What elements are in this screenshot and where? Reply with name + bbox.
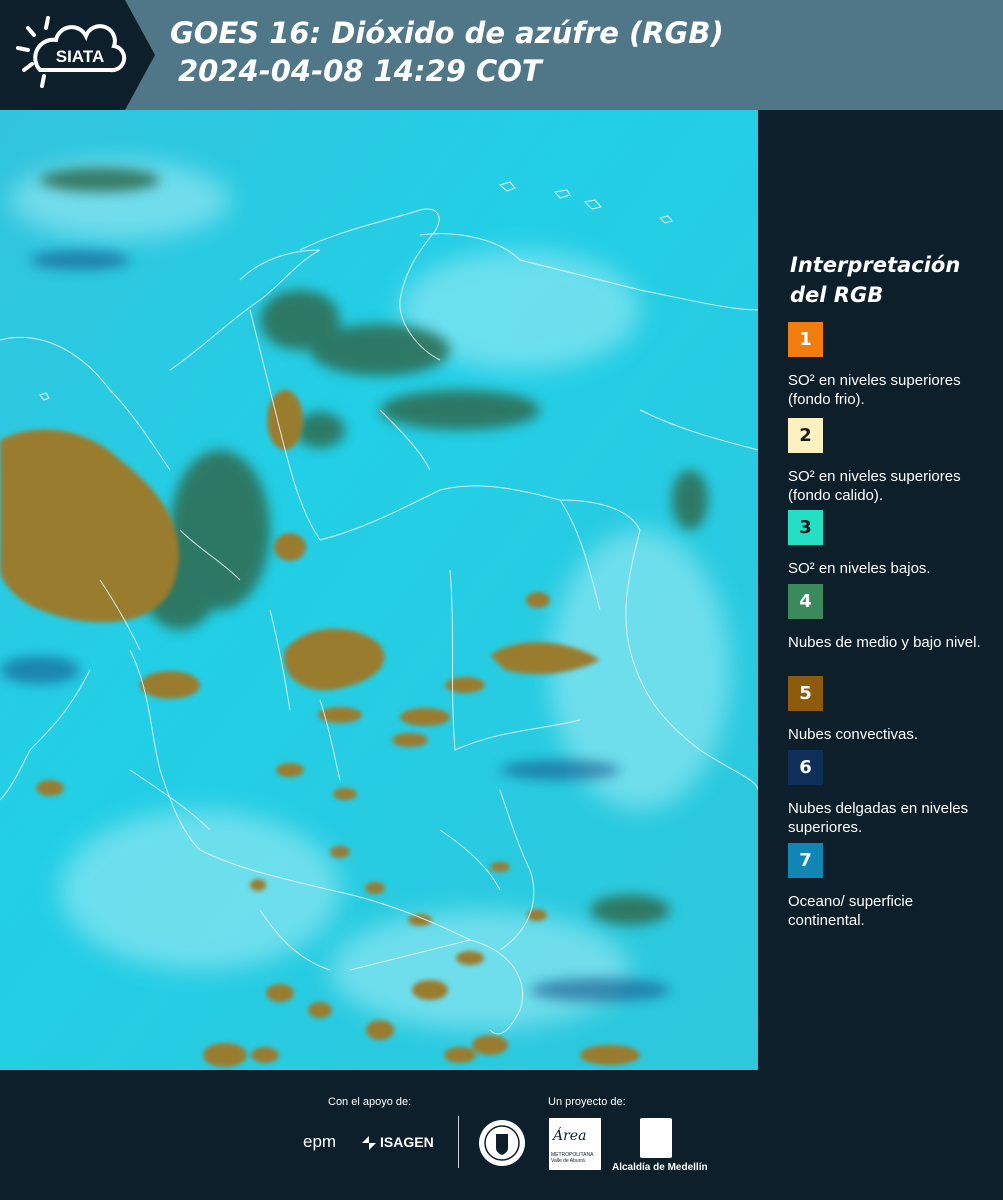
- legend-item-4: 4 Nubes de medio y bajo nivel.: [788, 584, 988, 652]
- legend-number-4: 4: [799, 591, 812, 612]
- legend-label-2: SO² en niveles superiores (fondo calido)…: [788, 468, 961, 504]
- area-logo-text: Área: [553, 1128, 587, 1144]
- legend-swatch-5: 5: [788, 676, 823, 711]
- legend-swatch-7: 7: [788, 843, 823, 878]
- legend-label-6: Nubes delgadas en niveles superiores.: [788, 800, 969, 836]
- legend-label-1: SO² en niveles superiores (fondo frio).: [788, 372, 961, 408]
- area-caption: METROPOLITANA Valle de Aburrá: [551, 1152, 594, 1164]
- legend-title: Interpretación del RGB: [790, 253, 961, 307]
- isagen-text: ISAGEN: [380, 1134, 434, 1150]
- isagen-mark-icon: [362, 1136, 376, 1150]
- legend-item-3: 3 SO² en niveles bajos.: [788, 510, 988, 578]
- legend-number-5: 5: [799, 683, 812, 704]
- legend-label-5: Nubes convectivas.: [788, 726, 919, 743]
- legend-item-1: 1 SO² en niveles superiores (fondo frio)…: [788, 322, 988, 409]
- alcaldia-crest-icon: [640, 1118, 672, 1158]
- satellite-map: [0, 110, 758, 1070]
- legend-item-2: 2 SO² en niveles superiores (fondo calid…: [788, 418, 988, 505]
- legend-label-3: SO² en niveles bajos.: [788, 560, 931, 577]
- legend-item-7: 7 Oceano/ superficie continental.: [788, 843, 988, 930]
- legend-swatch-6: 6: [788, 750, 823, 785]
- legend-label-7: Oceano/ superficie continental.: [788, 893, 914, 929]
- legend-number-7: 7: [799, 850, 812, 871]
- header-bar: SIATA GOES 16: Dióxido de azúfre (RGB) 20…: [0, 0, 1003, 110]
- epm-logo: epm: [303, 1132, 337, 1151]
- footer-divider: [458, 1116, 459, 1168]
- title-line-1: GOES 16: Dióxido de azúfre (RGB): [170, 16, 724, 50]
- legend-swatch-3: 3: [788, 510, 823, 545]
- area-metropolitana-logo: Área METROPOLITANA Valle de Aburrá: [549, 1118, 601, 1170]
- support-label: Con el apoyo de:: [328, 1096, 412, 1108]
- legend-number-6: 6: [799, 757, 812, 778]
- legend-item-5: 5 Nubes convectivas.: [788, 676, 988, 744]
- legend-number-1: 1: [799, 329, 812, 350]
- legend-item-6: 6 Nubes delgadas en niveles superiores.: [788, 750, 988, 837]
- siata-logo: SIATA: [0, 0, 155, 110]
- legend-label-4: Nubes de medio y bajo nivel.: [788, 634, 981, 651]
- legend-panel: Interpretación del RGB 1 SO² en niveles …: [760, 110, 1003, 1070]
- footer: Con el apoyo de: Un proyecto de: epm ISA…: [0, 1070, 1003, 1200]
- legend-number-2: 2: [799, 425, 812, 446]
- legend-swatch-4: 4: [788, 584, 823, 619]
- seal-logo: [477, 1118, 527, 1173]
- logo-text: SIATA: [56, 47, 104, 66]
- title-line-2: 2024-04-08 14:29 COT: [178, 54, 542, 88]
- legend-number-3: 3: [799, 517, 812, 538]
- legend-swatch-1: 1: [788, 322, 823, 357]
- page-title: GOES 16: Dióxido de azúfre (RGB) 2024-04-…: [170, 14, 724, 90]
- project-label: Un proyecto de:: [548, 1096, 626, 1108]
- legend-swatch-2: 2: [788, 418, 823, 453]
- alcaldia-text: Alcaldía de Medellín: [612, 1162, 708, 1173]
